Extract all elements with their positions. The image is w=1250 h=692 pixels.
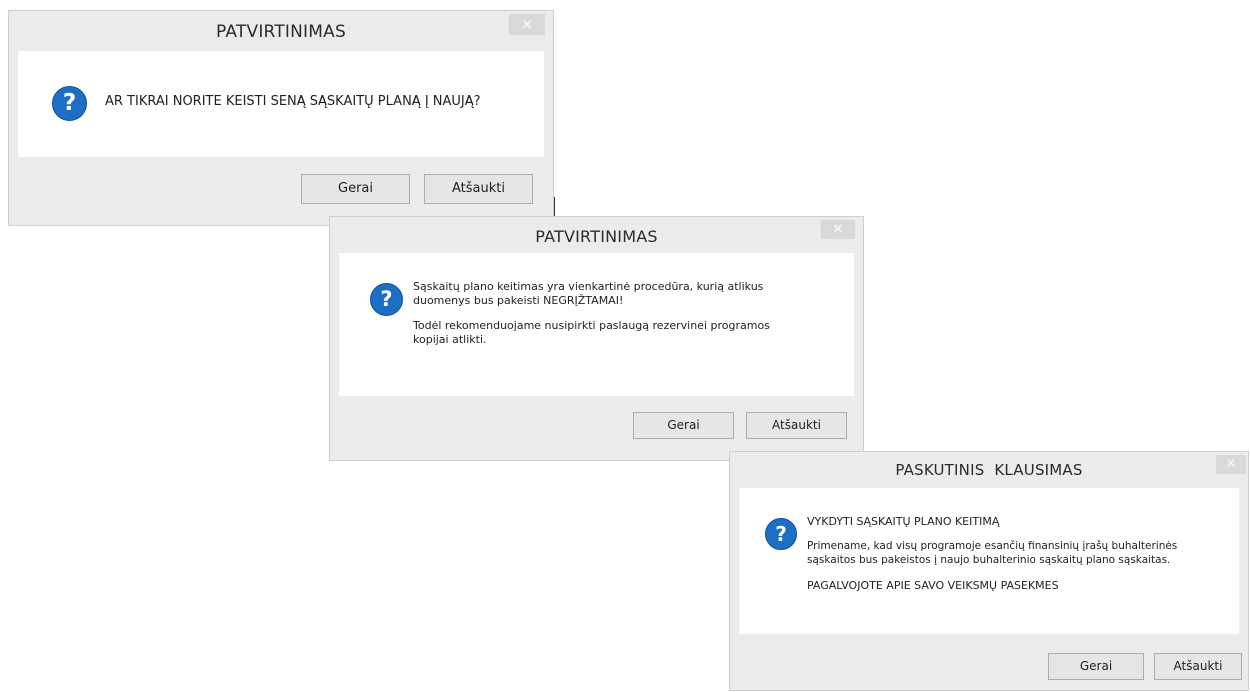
ok-button[interactable]: Gerai bbox=[633, 412, 734, 439]
question-icon: ? bbox=[370, 283, 403, 316]
consequences-warning: PAGALVOJOTE APIE SAVO VEIKSMŲ PASEKMES bbox=[807, 579, 1059, 592]
last-question-dialog: PASKUTINIS KLAUSIMAS × ? VYKDYTI SĄSKAIT… bbox=[729, 451, 1249, 691]
ok-button[interactable]: Gerai bbox=[301, 174, 410, 204]
recommendation-line-2: kopijai atlikti. bbox=[413, 333, 487, 346]
dialog-content: ? VYKDYTI SĄSKAITŲ PLANO KEITIMĄ Primena… bbox=[739, 488, 1239, 634]
reminder-line-1: Primename, kad visų programoje esančių f… bbox=[807, 540, 1178, 552]
cancel-button[interactable]: Atšaukti bbox=[1154, 653, 1242, 680]
dialog-title: PATVIRTINIMAS bbox=[216, 22, 346, 42]
close-icon[interactable]: × bbox=[821, 220, 855, 239]
close-icon[interactable]: × bbox=[1216, 455, 1246, 474]
confirmation-dialog-1: PATVIRTINIMAS × ? AR TIKRAI NORITE KEIST… bbox=[8, 10, 554, 226]
dialog-content: ? Sąskaitų plano keitimas yra vienkartin… bbox=[339, 253, 854, 396]
dialog-title: PASKUTINIS KLAUSIMAS bbox=[895, 461, 1083, 479]
confirmation-dialog-2: PATVIRTINIMAS × ? Sąskaitų plano keitima… bbox=[329, 216, 864, 461]
dialog-message: Sąskaitų plano keitimas yra vienkartinė … bbox=[413, 280, 770, 347]
cancel-button[interactable]: Atšaukti bbox=[424, 174, 533, 204]
question-icon: ? bbox=[765, 518, 797, 550]
dialog-heading: VYKDYTI SĄSKAITŲ PLANO KEITIMĄ bbox=[807, 515, 1000, 528]
dialog-message: VYKDYTI SĄSKAITŲ PLANO KEITIMĄ Primename… bbox=[807, 515, 1177, 593]
ok-button[interactable]: Gerai bbox=[1048, 653, 1144, 680]
question-icon: ? bbox=[52, 86, 87, 121]
warning-line-2: duomenys bus pakeisti NEGRĮŽTAMAI! bbox=[413, 294, 624, 307]
dialog-title: PATVIRTINIMAS bbox=[535, 227, 658, 246]
cancel-button[interactable]: Atšaukti bbox=[746, 412, 847, 439]
warning-line-1: Sąskaitų plano keitimas yra vienkartinė … bbox=[413, 280, 764, 293]
recommendation-line-1: Todėl rekomenduojame nusipirkti paslaugą… bbox=[413, 319, 770, 332]
close-icon[interactable]: × bbox=[509, 14, 545, 35]
dialog-content: ? AR TIKRAI NORITE KEISTI SENĄ SĄSKAITŲ … bbox=[18, 51, 544, 157]
reminder-line-2: sąskaitos bus pakeistos į naujo buhalter… bbox=[807, 554, 1171, 566]
dialog-message: AR TIKRAI NORITE KEISTI SENĄ SĄSKAITŲ PL… bbox=[105, 94, 481, 109]
